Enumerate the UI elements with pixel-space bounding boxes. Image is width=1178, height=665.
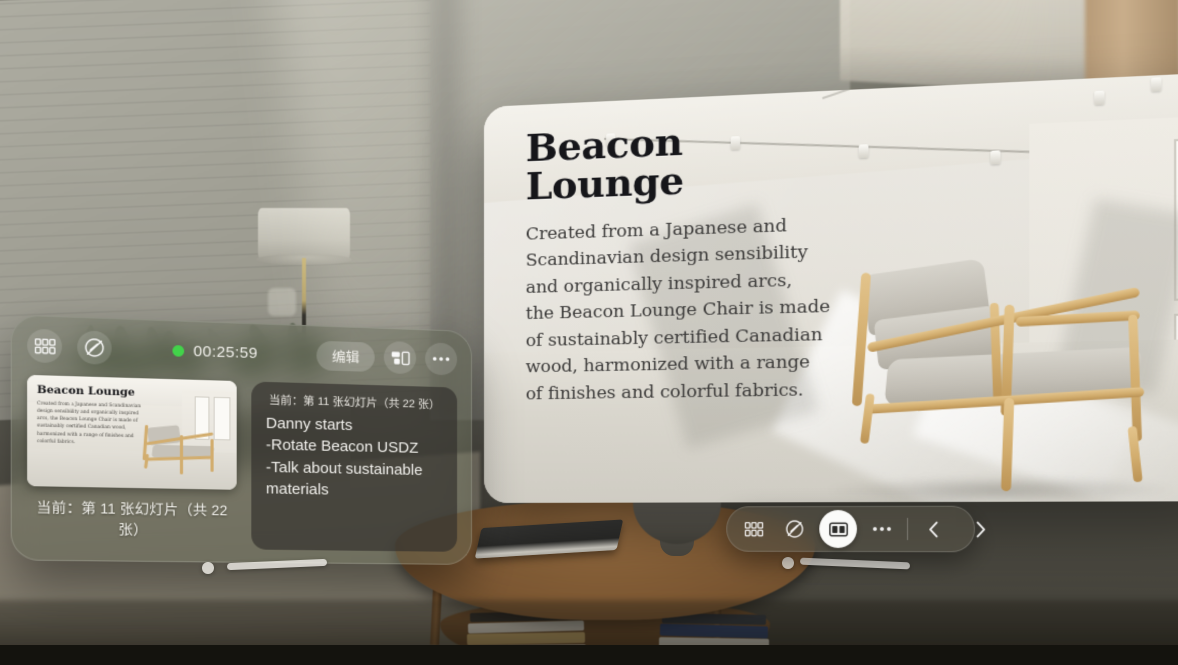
chair-rear-leg	[860, 393, 875, 444]
next-slide-button[interactable]	[961, 510, 1000, 549]
presenter-notes-text: Danny starts -Rotate Beacon USDZ -Talk a…	[266, 413, 443, 503]
thumbnail-body-text: Created from a Japanese and Scandinavian…	[37, 400, 149, 447]
slide-position-caption: 当前：第 11 张幻灯片（共 22 张）	[27, 496, 237, 541]
main-slide-toolbar[interactable]	[726, 506, 975, 553]
page-title: Beacon Lounge	[526, 115, 846, 206]
notes-slide-position: 当前：第 11 张幻灯片（共 22 张）	[266, 391, 443, 412]
spotlight-icon	[859, 144, 869, 158]
bottom-vignette	[0, 645, 1178, 665]
slide-body-text: Created from a Japanese and Scandinavian…	[526, 211, 846, 408]
presenter-layout-icon[interactable]	[384, 341, 416, 374]
pointer-off-icon[interactable]	[776, 510, 813, 548]
beacon-lounge-chair	[842, 256, 1163, 499]
chair-front-leg	[1001, 398, 1014, 491]
elapsed-timer: 00:25:59	[193, 342, 258, 362]
more-options-icon[interactable]	[863, 510, 901, 548]
presenter-display-window[interactable]: 00:25:59 编辑 Beacon Lounge Created from a…	[11, 314, 472, 565]
spotlight-icon	[990, 150, 1000, 164]
chair-back-post	[852, 273, 871, 407]
slide-grid-icon[interactable]	[27, 329, 62, 364]
toolbar-divider	[907, 518, 908, 540]
edit-button[interactable]: 编辑	[316, 340, 374, 371]
current-slide-preview[interactable]: Beacon Lounge Created from a Japanese an…	[27, 375, 237, 550]
presenter-notes-panel[interactable]: 当前：第 11 张幻灯片（共 22 张） Danny starts -Rotat…	[251, 381, 457, 551]
more-options-icon[interactable]	[425, 342, 457, 375]
recording-indicator	[172, 345, 184, 357]
slide-thumbnail[interactable]: Beacon Lounge Created from a Japanese an…	[27, 375, 237, 490]
slide-window[interactable]: Beacon Lounge Created from a Japanese an…	[484, 72, 1178, 503]
spotlight-icon	[1094, 91, 1104, 105]
main-window-resize-handle[interactable]	[782, 557, 794, 569]
previous-slide-button[interactable]	[914, 510, 952, 548]
presenter-display-icon[interactable]	[819, 510, 857, 548]
presenter-body: Beacon Lounge Created from a Japanese an…	[12, 374, 471, 564]
slide-photo-background: Beacon Lounge Created from a Japanese an…	[484, 72, 1178, 503]
pointer-off-icon[interactable]	[77, 330, 111, 364]
slide-grid-icon[interactable]	[735, 510, 772, 548]
slide-text-block: Beacon Lounge Created from a Japanese an…	[526, 115, 846, 408]
spotlight-icon	[1151, 77, 1161, 91]
presenter-window-resize-handle[interactable]	[202, 562, 214, 574]
chair-arm-support	[1128, 314, 1142, 441]
thumbnail-title: Beacon Lounge	[37, 384, 135, 399]
